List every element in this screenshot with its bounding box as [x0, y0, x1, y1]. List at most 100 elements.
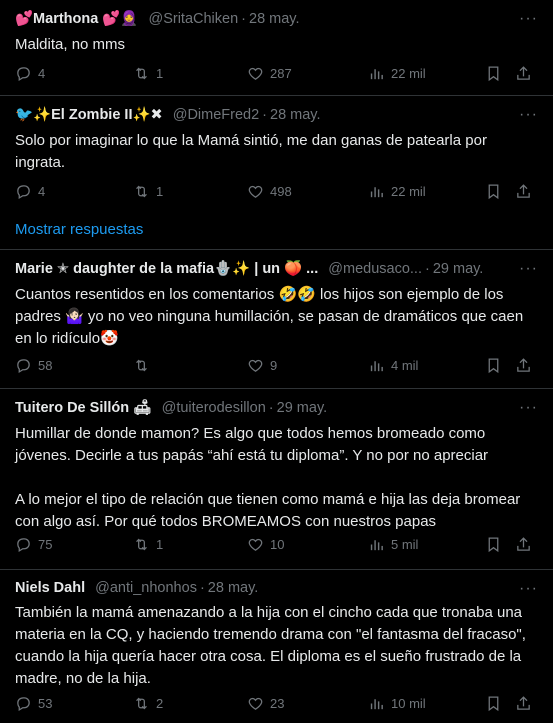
- show-replies-link[interactable]: Mostrar respuestas: [15, 221, 143, 238]
- views-count: 5 mil: [391, 537, 419, 552]
- separator-dot: ·: [199, 580, 205, 596]
- more-dots-icon[interactable]: ···: [519, 10, 538, 28]
- action-bar: 58 9 4 mil: [15, 357, 535, 377]
- share-button[interactable]: [515, 357, 532, 374]
- like-count: 23: [270, 696, 285, 711]
- views-icon: [370, 69, 383, 80]
- retweet-button[interactable]: 1: [133, 65, 163, 82]
- like-count: 10: [270, 537, 285, 552]
- views-button[interactable]: 10 mil: [368, 695, 426, 712]
- like-button[interactable]: 9: [247, 357, 277, 374]
- views-button[interactable]: 5 mil: [368, 536, 418, 553]
- tweet-header: 🐦✨El Zombie II✨✖ @DimeFred2 · 28 may.: [15, 106, 515, 123]
- bookmark-icon: [488, 184, 499, 200]
- bookmark-button[interactable]: [485, 65, 502, 82]
- tweet[interactable]: Marie ✭ daughter de la mafia🪬✨ | un 🍑 ..…: [0, 250, 553, 389]
- tweet-date[interactable]: 28 may.: [270, 107, 321, 123]
- action-bar: 4 1 287 22 mil: [15, 65, 535, 85]
- more-dots-icon[interactable]: ···: [519, 260, 538, 278]
- author-handle[interactable]: @SritaChiken: [148, 11, 238, 27]
- reply-icon: [17, 697, 30, 712]
- bookmark-button[interactable]: [485, 357, 502, 374]
- like-button[interactable]: 10: [247, 536, 284, 553]
- retweet-button[interactable]: 1: [133, 536, 163, 553]
- tweet-header: Niels Dahl @anti_nhonhos · 28 may.: [15, 580, 515, 596]
- tweet-header: Marie ✭ daughter de la mafia🪬✨ | un 🍑 ..…: [15, 260, 505, 277]
- reply-button[interactable]: 53: [15, 695, 52, 712]
- reply-button[interactable]: 58: [15, 357, 52, 374]
- author-handle[interactable]: @tuiterodesillon: [162, 400, 266, 416]
- author-name[interactable]: Tuitero De Sillón 🛋: [15, 400, 152, 416]
- retweet-count: 1: [156, 66, 164, 81]
- tweet-date[interactable]: 28 may.: [249, 11, 300, 27]
- heart-icon: [248, 185, 263, 198]
- tweet[interactable]: 🐦✨El Zombie II✨✖ @DimeFred2 · 28 may. ··· …: [0, 96, 553, 250]
- author-handle[interactable]: @medusaco...: [328, 261, 422, 277]
- bookmark-button[interactable]: [485, 536, 502, 553]
- like-button[interactable]: 287: [247, 65, 292, 82]
- separator-dot: ·: [262, 107, 267, 123]
- reply-button[interactable]: 4: [15, 183, 45, 200]
- share-icon: [517, 184, 530, 198]
- views-icon: [370, 187, 383, 198]
- bookmark-icon: [488, 358, 499, 374]
- reply-count: 53: [38, 696, 53, 711]
- views-icon: [370, 540, 383, 551]
- like-count: 498: [270, 184, 292, 199]
- tweet[interactable]: Tuitero De Sillón 🛋 @tuiterodesillon · 29 …: [0, 389, 553, 570]
- retweet-icon: [136, 185, 147, 198]
- tweet-header: 💕Marthona 💕🧕 @SritaChiken · 28 may.: [15, 10, 515, 27]
- retweet-button[interactable]: [133, 357, 150, 374]
- retweet-button[interactable]: 2: [133, 695, 163, 712]
- like-count: 287: [270, 66, 292, 81]
- tweet[interactable]: Niels Dahl @anti_nhonhos · 28 may. ··· Tam…: [0, 570, 553, 723]
- reply-count: 4: [38, 184, 46, 199]
- heart-icon: [248, 538, 263, 551]
- tweet[interactable]: 💕Marthona 💕🧕 @SritaChiken · 28 may. ··· Ma…: [0, 0, 553, 96]
- author-name[interactable]: 🐦✨El Zombie II✨✖: [15, 107, 163, 123]
- author-name[interactable]: 💕Marthona 💕🧕: [15, 11, 138, 27]
- share-button[interactable]: [515, 536, 532, 553]
- more-dots-icon[interactable]: ···: [519, 399, 538, 417]
- author-handle[interactable]: @DimeFred2: [173, 107, 259, 123]
- share-button[interactable]: [515, 65, 532, 82]
- bookmark-icon: [488, 66, 499, 82]
- action-bar: 53 2 23 10 mil: [15, 695, 535, 715]
- share-button[interactable]: [515, 183, 532, 200]
- heart-icon: [248, 67, 263, 80]
- like-button[interactable]: 23: [247, 695, 284, 712]
- views-icon: [370, 699, 383, 710]
- views-icon: [370, 361, 383, 372]
- retweet-icon: [136, 697, 147, 710]
- share-icon: [517, 66, 530, 80]
- retweet-count: 2: [156, 696, 164, 711]
- share-icon: [517, 358, 530, 372]
- views-count: 4 mil: [391, 358, 419, 373]
- bookmark-icon: [488, 696, 499, 712]
- tweet-date[interactable]: 29 may.: [277, 400, 328, 416]
- views-count: 10 mil: [391, 696, 426, 711]
- author-name[interactable]: Marie ✭ daughter de la mafia🪬✨ | un 🍑 ..…: [15, 261, 318, 277]
- bookmark-button[interactable]: [485, 183, 502, 200]
- reply-button[interactable]: 4: [15, 65, 45, 82]
- share-button[interactable]: [515, 695, 532, 712]
- bookmark-button[interactable]: [485, 695, 502, 712]
- more-dots-icon[interactable]: ···: [519, 106, 538, 124]
- tweet-date[interactable]: 29 may.: [433, 261, 484, 277]
- views-button[interactable]: 22 mil: [368, 65, 426, 82]
- retweet-button[interactable]: 1: [133, 183, 163, 200]
- author-handle[interactable]: @anti_nhonhos: [95, 580, 197, 596]
- like-button[interactable]: 498: [247, 183, 292, 200]
- views-button[interactable]: 4 mil: [368, 357, 418, 374]
- separator-dot: ·: [268, 400, 274, 416]
- views-count: 22 mil: [391, 66, 426, 81]
- author-name[interactable]: Niels Dahl: [15, 580, 85, 596]
- action-bar: 75 1 10 5 mil: [15, 536, 535, 556]
- reply-count: 75: [38, 537, 53, 552]
- tweet-text: Humillar de donde mamon? Es algo que tod…: [15, 425, 521, 530]
- reply-button[interactable]: 75: [15, 536, 52, 553]
- views-button[interactable]: 22 mil: [368, 183, 426, 200]
- reply-icon: [17, 538, 30, 553]
- more-dots-icon[interactable]: ···: [519, 580, 538, 598]
- tweet-date[interactable]: 28 may.: [208, 580, 259, 596]
